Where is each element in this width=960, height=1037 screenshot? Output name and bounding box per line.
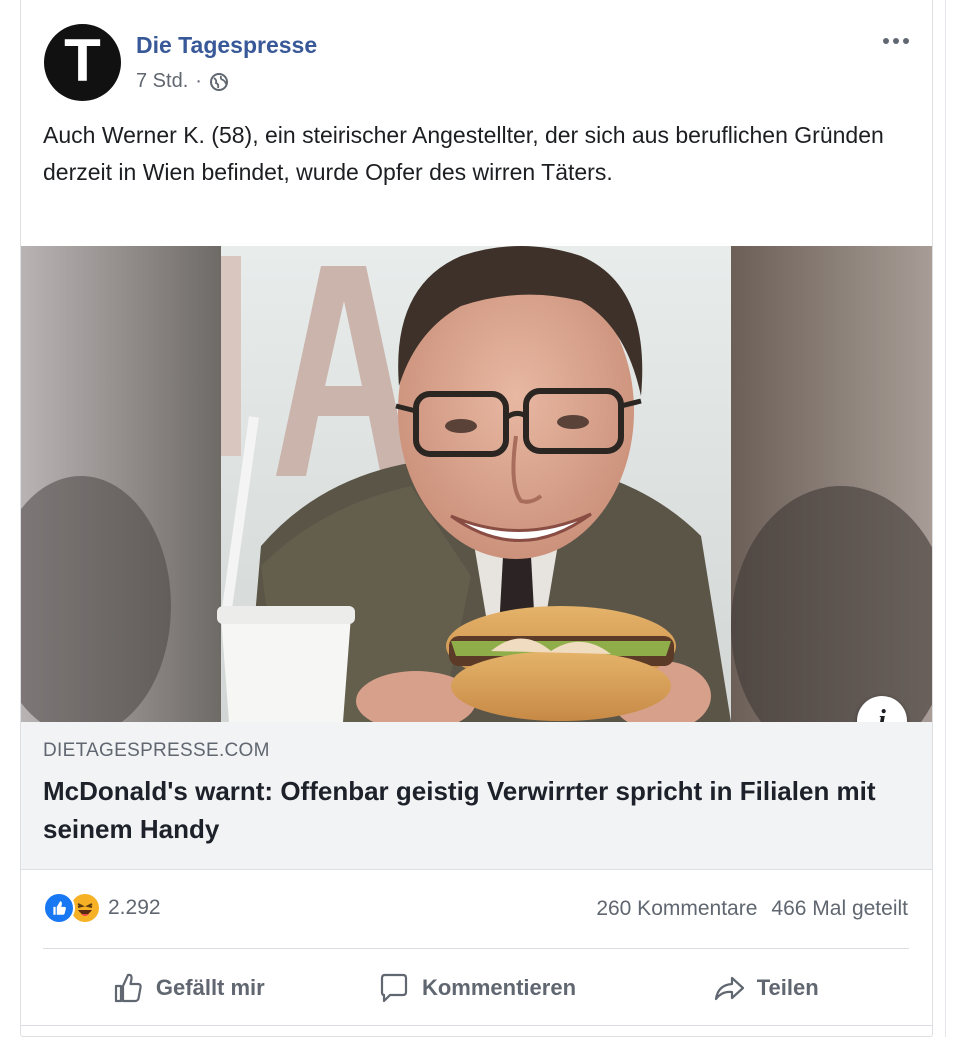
- avatar-letter: T: [64, 26, 101, 94]
- post-meta: 7 Std. ·: [136, 70, 229, 93]
- page-avatar[interactable]: T: [44, 24, 121, 101]
- globe-icon[interactable]: [209, 72, 229, 92]
- post-text: Auch Werner K. (58), ein steirischer Ang…: [43, 122, 884, 185]
- post-timestamp[interactable]: 7 Std.: [136, 70, 188, 93]
- post-image[interactable]: [21, 246, 932, 722]
- like-reaction-icon: [43, 892, 75, 924]
- share-label: Teilen: [756, 975, 819, 1000]
- post-card: T Die Tagespresse 7 Std. · Auch Werner K…: [20, 0, 933, 1037]
- share-icon: [714, 976, 744, 1001]
- more-options-icon[interactable]: [876, 30, 916, 52]
- meta-separator: ·: [195, 70, 202, 92]
- link-preview[interactable]: DIETAGESPRESSE.COM McDonald's warnt: Off…: [21, 722, 932, 870]
- reactions-summary[interactable]: 2.292: [43, 892, 161, 924]
- thumbs-up-icon: [114, 973, 142, 1003]
- link-domain: DIETAGESPRESSE.COM: [43, 740, 270, 761]
- like-label: Gefällt mir: [155, 975, 265, 1000]
- actions-divider: [43, 948, 909, 949]
- link-title[interactable]: McDonald's warnt: Offenbar geistig Verwi…: [43, 772, 903, 848]
- shares-count[interactable]: 466 Mal geteilt: [771, 897, 908, 921]
- like-button[interactable]: Gefällt mir: [43, 955, 332, 1021]
- comment-label: Kommentieren: [421, 975, 577, 1000]
- reaction-count: 2.292: [108, 896, 161, 919]
- share-button[interactable]: Teilen: [620, 955, 909, 1021]
- card-bottom-divider: [21, 1025, 932, 1026]
- comment-icon: [380, 973, 408, 1003]
- comments-count[interactable]: 260 Kommentare: [596, 897, 757, 921]
- engagement-counts: 260 Kommentare 466 Mal geteilt: [596, 897, 908, 921]
- comment-button[interactable]: Kommentieren: [332, 955, 621, 1021]
- action-bar: Gefällt mir Kommentieren Teilen: [43, 955, 909, 1021]
- page-name-link[interactable]: Die Tagespresse: [136, 32, 317, 59]
- page-right-border: [945, 0, 946, 1037]
